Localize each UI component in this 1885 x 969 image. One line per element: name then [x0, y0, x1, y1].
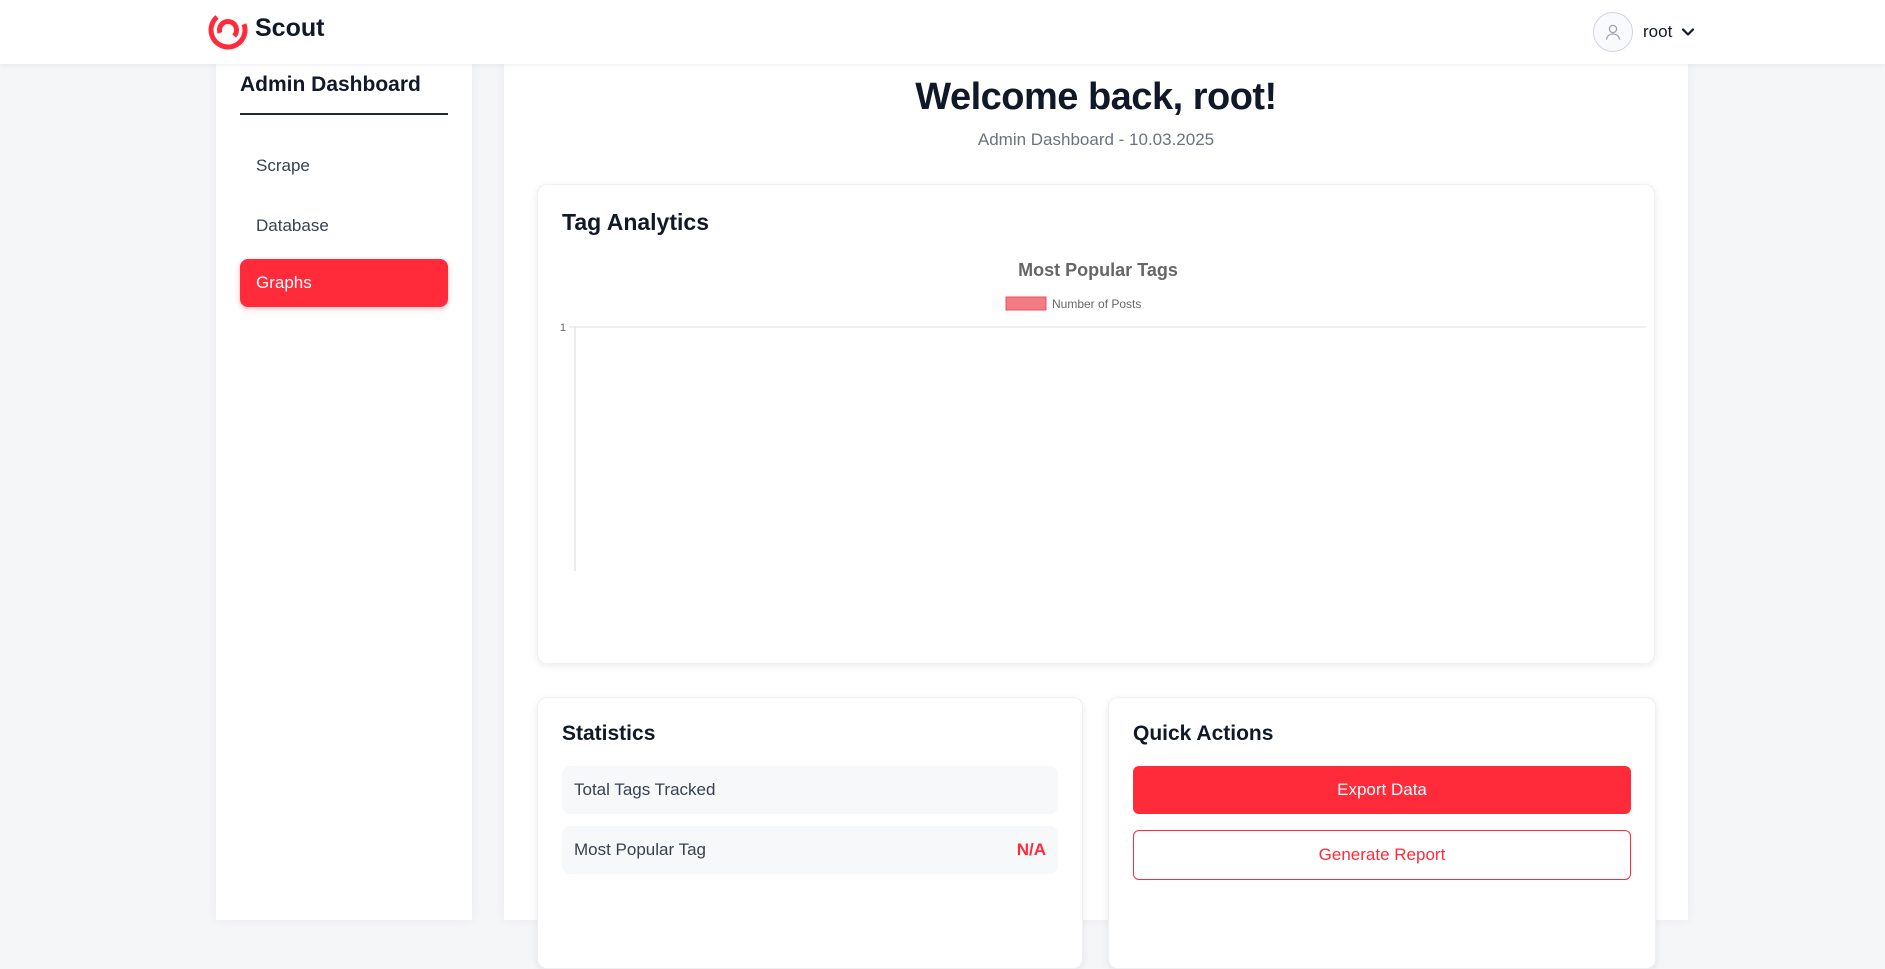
welcome-heading: Welcome back, root!: [915, 76, 1277, 118]
scout-logo-icon[interactable]: [208, 10, 248, 50]
stat-value: N/A: [1016, 840, 1046, 859]
user-name[interactable]: root: [1643, 22, 1672, 42]
legend-swatch[interactable]: [1005, 296, 1047, 311]
quick-actions-title: Quick Actions: [1133, 722, 1274, 745]
sidebar: Admin Dashboard Scrape Database Graphs: [216, 64, 472, 920]
page-subtitle: Admin Dashboard - 10.03.2025: [977, 130, 1215, 149]
user-menu[interactable]: root: [1593, 9, 1696, 55]
top-navbar: Scout root: [0, 0, 1885, 64]
popular-tags-chart: Most Popular Tags Number of Posts 01: [560, 260, 1646, 584]
legend-label[interactable]: Number of Posts: [1052, 297, 1141, 311]
export-data-button[interactable]: Export Data: [1133, 766, 1631, 814]
stat-row-popular-tag: Most Popular Tag N/A: [562, 826, 1058, 874]
statistics-title: Statistics: [562, 722, 656, 745]
chevron-down-icon[interactable]: [1680, 24, 1696, 40]
sidebar-item-graphs[interactable]: Graphs: [240, 259, 448, 307]
avatar[interactable]: [1593, 12, 1633, 52]
main-content: Welcome back, root! Admin Dashboard - 10…: [504, 64, 1688, 969]
stat-row-total-tags: Total Tags Tracked: [562, 766, 1058, 814]
chart-container: Most Popular Tags Number of Posts 01: [558, 260, 1648, 584]
statistics-card: Statistics Total Tags Tracked Most Popul…: [537, 697, 1083, 969]
tag-analytics-card: Tag Analytics Most Popular Tags Number o…: [537, 184, 1655, 664]
stat-label: Total Tags Tracked: [574, 780, 716, 799]
tag-analytics-title: Tag Analytics: [562, 209, 709, 235]
y-tick-label: 1: [560, 322, 566, 334]
stat-label: Most Popular Tag: [574, 840, 706, 859]
user-icon: [1605, 24, 1621, 40]
sidebar-divider: [240, 113, 448, 115]
generate-report-button[interactable]: Generate Report: [1133, 830, 1631, 880]
chart-grid: 01: [560, 322, 1646, 584]
quick-actions-card: Quick Actions Export Data Generate Repor…: [1108, 697, 1656, 969]
sidebar-item-scrape[interactable]: Scrape: [240, 142, 448, 190]
chart-title: Most Popular Tags: [1018, 261, 1178, 280]
brand-name[interactable]: Scout: [255, 14, 324, 43]
sidebar-item-database[interactable]: Database: [240, 202, 448, 250]
sidebar-title: Admin Dashboard: [240, 73, 421, 96]
